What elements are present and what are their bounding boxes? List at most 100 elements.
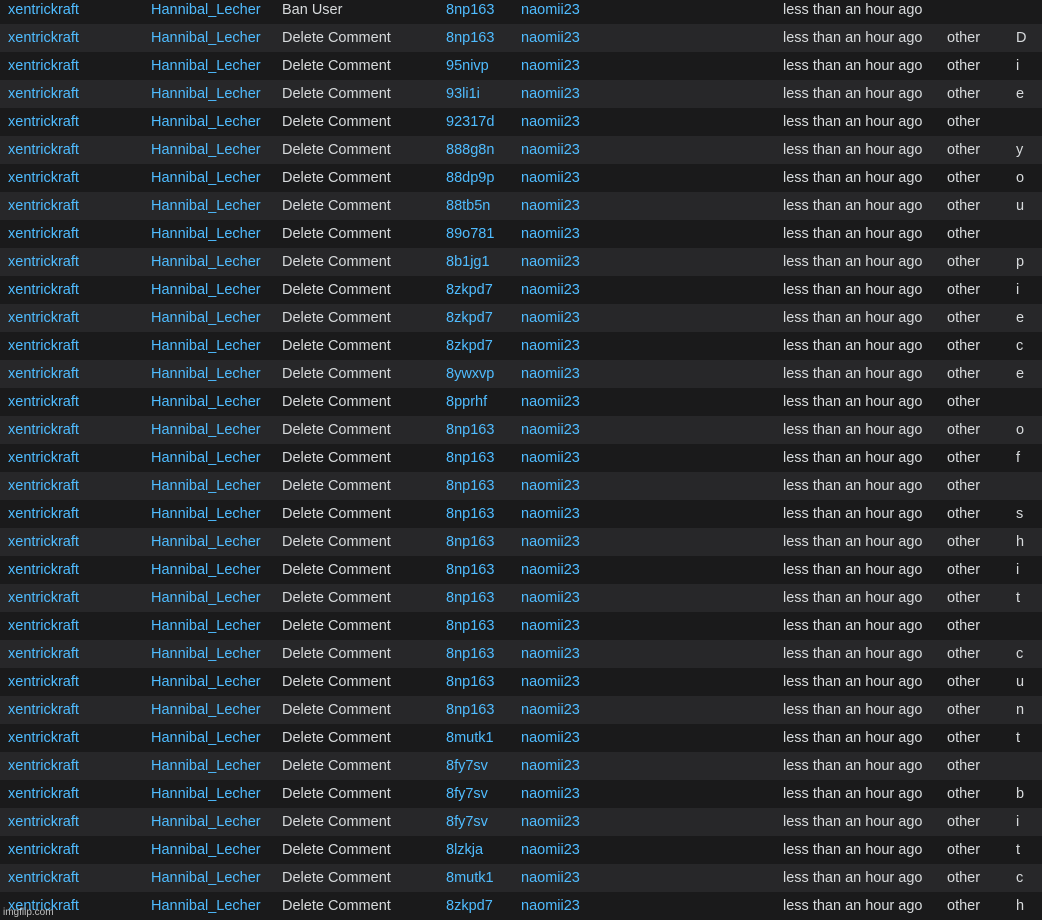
moderator-link[interactable]: xentrickraft bbox=[8, 24, 79, 52]
moderator-link[interactable]: xentrickraft bbox=[8, 136, 79, 164]
author-link[interactable]: Hannibal_Lecher bbox=[151, 836, 261, 864]
author-link[interactable]: Hannibal_Lecher bbox=[151, 444, 261, 472]
target-user-link[interactable]: naomii23 bbox=[521, 724, 580, 752]
target-user-link[interactable]: naomii23 bbox=[521, 164, 580, 192]
moderator-link[interactable]: xentrickraft bbox=[8, 220, 79, 248]
target-link[interactable]: 888g8n bbox=[446, 136, 494, 164]
target-link[interactable]: 8np163 bbox=[446, 472, 494, 500]
moderator-link[interactable]: xentrickraft bbox=[8, 108, 79, 136]
target-user-link[interactable]: naomii23 bbox=[521, 416, 580, 444]
moderator-link[interactable]: xentrickraft bbox=[8, 864, 79, 892]
moderator-link[interactable]: xentrickraft bbox=[8, 612, 79, 640]
target-user-link[interactable]: naomii23 bbox=[521, 304, 580, 332]
moderator-link[interactable]: xentrickraft bbox=[8, 304, 79, 332]
author-link[interactable]: Hannibal_Lecher bbox=[151, 808, 261, 836]
target-user-link[interactable]: naomii23 bbox=[521, 780, 580, 808]
moderator-link[interactable]: xentrickraft bbox=[8, 584, 79, 612]
moderator-link[interactable]: xentrickraft bbox=[8, 80, 79, 108]
target-user-link[interactable]: naomii23 bbox=[521, 0, 580, 24]
target-link[interactable]: 88tb5n bbox=[446, 192, 490, 220]
target-link[interactable]: 8zkpd7 bbox=[446, 276, 493, 304]
target-user-link[interactable]: naomii23 bbox=[521, 108, 580, 136]
moderator-link[interactable]: xentrickraft bbox=[8, 640, 79, 668]
target-user-link[interactable]: naomii23 bbox=[521, 864, 580, 892]
target-link[interactable]: 8np163 bbox=[446, 696, 494, 724]
target-link[interactable]: 8np163 bbox=[446, 584, 494, 612]
author-link[interactable]: Hannibal_Lecher bbox=[151, 192, 261, 220]
target-link[interactable]: 8zkpd7 bbox=[446, 892, 493, 920]
target-user-link[interactable]: naomii23 bbox=[521, 276, 580, 304]
author-link[interactable]: Hannibal_Lecher bbox=[151, 108, 261, 136]
target-link[interactable]: 8fy7sv bbox=[446, 808, 488, 836]
target-user-link[interactable]: naomii23 bbox=[521, 220, 580, 248]
target-link[interactable]: 8np163 bbox=[446, 500, 494, 528]
target-link[interactable]: 8mutk1 bbox=[446, 724, 494, 752]
moderator-link[interactable]: xentrickraft bbox=[8, 752, 79, 780]
target-user-link[interactable]: naomii23 bbox=[521, 528, 580, 556]
target-user-link[interactable]: naomii23 bbox=[521, 500, 580, 528]
moderator-link[interactable]: xentrickraft bbox=[8, 556, 79, 584]
target-user-link[interactable]: naomii23 bbox=[521, 360, 580, 388]
target-user-link[interactable]: naomii23 bbox=[521, 388, 580, 416]
target-link[interactable]: 8np163 bbox=[446, 556, 494, 584]
moderator-link[interactable]: xentrickraft bbox=[8, 360, 79, 388]
target-link[interactable]: 88dp9p bbox=[446, 164, 494, 192]
moderator-link[interactable]: xentrickraft bbox=[8, 332, 79, 360]
author-link[interactable]: Hannibal_Lecher bbox=[151, 892, 261, 920]
target-user-link[interactable]: naomii23 bbox=[521, 612, 580, 640]
author-link[interactable]: Hannibal_Lecher bbox=[151, 332, 261, 360]
target-link[interactable]: 92317d bbox=[446, 108, 494, 136]
author-link[interactable]: Hannibal_Lecher bbox=[151, 164, 261, 192]
target-link[interactable]: 8np163 bbox=[446, 612, 494, 640]
author-link[interactable]: Hannibal_Lecher bbox=[151, 584, 261, 612]
target-user-link[interactable]: naomii23 bbox=[521, 696, 580, 724]
target-link[interactable]: 8mutk1 bbox=[446, 864, 494, 892]
target-user-link[interactable]: naomii23 bbox=[521, 24, 580, 52]
author-link[interactable]: Hannibal_Lecher bbox=[151, 52, 261, 80]
target-link[interactable]: 8b1jg1 bbox=[446, 248, 490, 276]
target-link[interactable]: 8ywxvp bbox=[446, 360, 494, 388]
author-link[interactable]: Hannibal_Lecher bbox=[151, 248, 261, 276]
target-link[interactable]: 8np163 bbox=[446, 668, 494, 696]
target-link[interactable]: 95nivp bbox=[446, 52, 489, 80]
target-user-link[interactable]: naomii23 bbox=[521, 584, 580, 612]
author-link[interactable]: Hannibal_Lecher bbox=[151, 864, 261, 892]
target-user-link[interactable]: naomii23 bbox=[521, 668, 580, 696]
author-link[interactable]: Hannibal_Lecher bbox=[151, 220, 261, 248]
target-link[interactable]: 8np163 bbox=[446, 528, 494, 556]
target-link[interactable]: 8zkpd7 bbox=[446, 304, 493, 332]
moderator-link[interactable]: xentrickraft bbox=[8, 724, 79, 752]
moderator-link[interactable]: xentrickraft bbox=[8, 668, 79, 696]
target-user-link[interactable]: naomii23 bbox=[521, 836, 580, 864]
target-user-link[interactable]: naomii23 bbox=[521, 892, 580, 920]
target-user-link[interactable]: naomii23 bbox=[521, 444, 580, 472]
moderator-link[interactable]: xentrickraft bbox=[8, 416, 79, 444]
target-link[interactable]: 8fy7sv bbox=[446, 752, 488, 780]
moderator-link[interactable]: xentrickraft bbox=[8, 192, 79, 220]
author-link[interactable]: Hannibal_Lecher bbox=[151, 80, 261, 108]
moderator-link[interactable]: xentrickraft bbox=[8, 780, 79, 808]
moderator-link[interactable]: xentrickraft bbox=[8, 444, 79, 472]
author-link[interactable]: Hannibal_Lecher bbox=[151, 472, 261, 500]
author-link[interactable]: Hannibal_Lecher bbox=[151, 696, 261, 724]
moderator-link[interactable]: xentrickraft bbox=[8, 0, 79, 24]
author-link[interactable]: Hannibal_Lecher bbox=[151, 724, 261, 752]
target-link[interactable]: 89o781 bbox=[446, 220, 494, 248]
author-link[interactable]: Hannibal_Lecher bbox=[151, 556, 261, 584]
author-link[interactable]: Hannibal_Lecher bbox=[151, 276, 261, 304]
author-link[interactable]: Hannibal_Lecher bbox=[151, 388, 261, 416]
moderator-link[interactable]: xentrickraft bbox=[8, 808, 79, 836]
moderator-link[interactable]: xentrickraft bbox=[8, 52, 79, 80]
author-link[interactable]: Hannibal_Lecher bbox=[151, 612, 261, 640]
target-link[interactable]: 8zkpd7 bbox=[446, 332, 493, 360]
target-link[interactable]: 8pprhf bbox=[446, 388, 487, 416]
target-user-link[interactable]: naomii23 bbox=[521, 248, 580, 276]
target-user-link[interactable]: naomii23 bbox=[521, 640, 580, 668]
author-link[interactable]: Hannibal_Lecher bbox=[151, 0, 261, 24]
author-link[interactable]: Hannibal_Lecher bbox=[151, 304, 261, 332]
author-link[interactable]: Hannibal_Lecher bbox=[151, 668, 261, 696]
author-link[interactable]: Hannibal_Lecher bbox=[151, 640, 261, 668]
moderator-link[interactable]: xentrickraft bbox=[8, 276, 79, 304]
author-link[interactable]: Hannibal_Lecher bbox=[151, 528, 261, 556]
author-link[interactable]: Hannibal_Lecher bbox=[151, 360, 261, 388]
